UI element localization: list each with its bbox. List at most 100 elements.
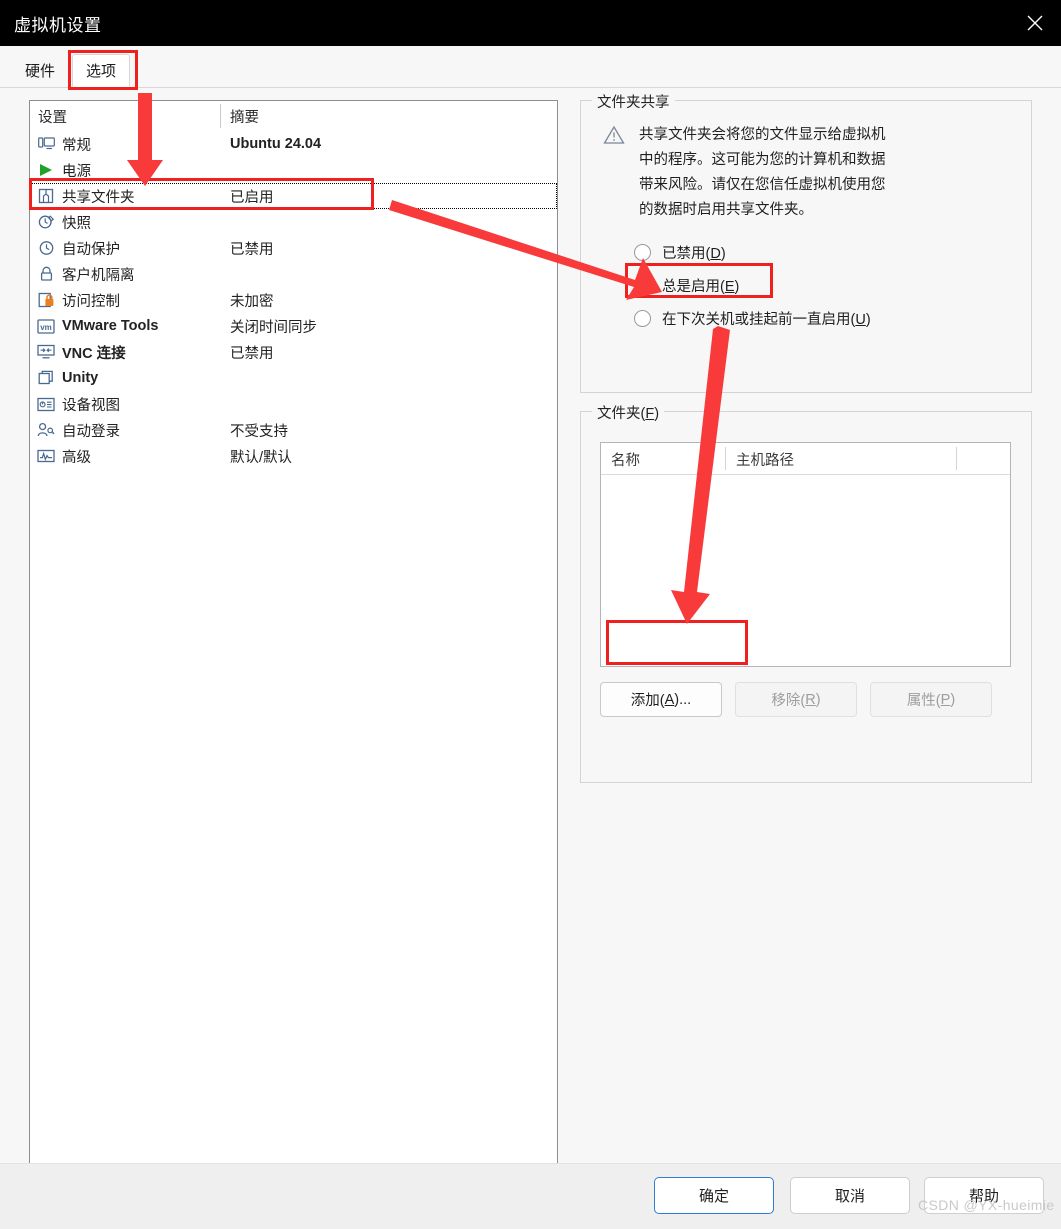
list-item-advanced[interactable]: 高级 默认/默认 (30, 443, 557, 469)
vnc-icon (36, 342, 56, 362)
list-item-label: 电源 (62, 163, 91, 180)
list-item-label: 设备视图 (62, 397, 120, 414)
mnemonic-letter: R (805, 691, 816, 708)
list-item-label: VNC 连接 (62, 345, 126, 362)
list-item-autoprotect[interactable]: 自动保护 已禁用 (30, 235, 557, 261)
warning-line-1: 共享文件夹会将您的文件显示给虚拟机 (639, 127, 886, 143)
monitor-icon (36, 134, 56, 154)
add-folder-button[interactable]: 添加(A)... (600, 682, 722, 717)
column-header-settings: 设置 (38, 110, 67, 126)
autoprotect-icon (36, 238, 56, 258)
radio-label: 在下次关机或挂起前一直启用(U) (662, 312, 871, 328)
sharing-warning: 共享文件夹会将您的文件显示给虚拟机 中的程序。这可能为您的计算机和数据 带来风险… (603, 123, 886, 223)
play-icon (36, 160, 56, 180)
mnemonic-letter: F (645, 406, 655, 422)
radio-always-enabled[interactable]: 总是启用(E) (634, 269, 871, 302)
list-item-label: 自动保护 (62, 241, 120, 258)
list-item-auto-login[interactable]: 自动登录 不受支持 (30, 417, 557, 443)
folders-group: 文件夹(F) 名称 主机路径 添加(A)... 移除(R) 属性(P) (580, 402, 1032, 783)
list-item-summary: 已启用 (230, 189, 274, 206)
list-item-summary: 未加密 (230, 293, 274, 310)
list-item-label: 快照 (62, 215, 91, 232)
auto-login-icon (36, 420, 56, 440)
folder-properties-button[interactable]: 属性(P) (870, 682, 992, 717)
list-item-device-view[interactable]: 设备视图 (30, 391, 557, 417)
list-item-summary: 已禁用 (230, 345, 274, 362)
radio-label: 总是启用(E) (662, 279, 740, 295)
column-header-name: 名称 (611, 453, 640, 469)
list-item-label: 自动登录 (62, 423, 120, 440)
radio-disabled[interactable]: 已禁用(D) (634, 236, 871, 269)
list-item-summary: Ubuntu 24.04 (230, 136, 322, 152)
sharing-warning-text: 共享文件夹会将您的文件显示给虚拟机 中的程序。这可能为您的计算机和数据 带来风险… (639, 123, 886, 223)
sharing-mode-radio-group: 已禁用(D) 总是启用(E) 在下次关机或挂起前一直启用(U) (634, 236, 871, 335)
list-item-summary: 不受支持 (230, 423, 288, 440)
tab-options[interactable]: 选项 (72, 54, 131, 87)
list-item-general[interactable]: 常规 Ubuntu 24.04 (30, 131, 557, 157)
column-divider (725, 447, 726, 470)
mnemonic-letter: A (664, 691, 675, 708)
folders-button-row: 添加(A)... 移除(R) 属性(P) (600, 682, 992, 717)
vm-settings-dialog: 虚拟机设置 硬件 选项 设置 摘要 常规 Ubuntu 24.04 电源 共享文… (0, 0, 1061, 1229)
column-header-host-path: 主机路径 (736, 453, 794, 469)
list-item-label: VMware Tools (62, 318, 159, 334)
folders-group-title: 文件夹(F) (592, 402, 665, 423)
dialog-body: 硬件 选项 设置 摘要 常规 Ubuntu 24.04 电源 共享文件夹 已启用… (0, 46, 1061, 1229)
list-item-label: 共享文件夹 (62, 189, 135, 206)
folder-sharing-group-title: 文件夹共享 (592, 91, 675, 112)
list-item-label: 高级 (62, 449, 91, 466)
list-item-vmware-tools[interactable]: vm VMware Tools 关闭时间同步 (30, 313, 557, 339)
list-item-label: 客户机隔离 (62, 267, 135, 284)
device-view-icon (36, 394, 56, 414)
vmware-tools-icon: vm (36, 316, 56, 336)
list-item-guest-isolation[interactable]: 客户机隔离 (30, 261, 557, 287)
warning-line-3: 带来风险。请仅在您信任虚拟机使用您 (639, 177, 886, 193)
list-item-summary: 已禁用 (230, 241, 274, 258)
list-item-access-control[interactable]: 访问控制 未加密 (30, 287, 557, 313)
folder-sharing-group: 文件夹共享 共享文件夹会将您的文件显示给虚拟机 中的程序。这可能为您的计算机和数… (580, 91, 1032, 393)
warning-line-4: 的数据时启用共享文件夹。 (639, 202, 813, 218)
folders-table[interactable]: 名称 主机路径 (600, 442, 1011, 667)
column-header-summary: 摘要 (230, 110, 259, 126)
radio-indicator (634, 244, 651, 261)
list-item-label: Unity (62, 370, 99, 386)
remove-folder-button[interactable]: 移除(R) (735, 682, 857, 717)
list-item-summary: 关闭时间同步 (230, 319, 317, 336)
cancel-button[interactable]: 取消 (790, 1177, 910, 1214)
mnemonic-letter: D (710, 246, 721, 262)
header-divider (220, 104, 221, 128)
ok-button[interactable]: 确定 (654, 1177, 774, 1214)
mnemonic-letter: U (855, 312, 866, 328)
list-item-label: 常规 (62, 137, 91, 154)
shared-folder-icon (36, 186, 56, 206)
tab-hardware[interactable]: 硬件 (12, 54, 68, 87)
tab-underline (0, 87, 1061, 88)
column-divider (956, 447, 957, 470)
list-item-power[interactable]: 电源 (30, 157, 557, 183)
window-title: 虚拟机设置 (14, 16, 102, 35)
list-item-vnc[interactable]: VNC 连接 已禁用 (30, 339, 557, 365)
radio-until-shutdown[interactable]: 在下次关机或挂起前一直启用(U) (634, 302, 871, 335)
settings-list[interactable]: 设置 摘要 常规 Ubuntu 24.04 电源 共享文件夹 已启用 快照 自动… (29, 100, 558, 1190)
list-item-summary: 默认/默认 (230, 449, 293, 466)
radio-label: 已禁用(D) (662, 246, 726, 262)
title-bar: 虚拟机设置 (0, 0, 1061, 46)
list-item-label: 访问控制 (62, 293, 120, 310)
snapshot-icon (36, 212, 56, 232)
list-item-shared-folders[interactable]: 共享文件夹 已启用 (30, 183, 557, 209)
close-icon[interactable] (1009, 0, 1061, 46)
dialog-footer: 确定 取消 帮助 (0, 1164, 1061, 1229)
unity-icon (36, 368, 56, 388)
csdn-watermark: CSDN @YX-hueimie (918, 1197, 1055, 1213)
warning-triangle-icon (603, 125, 627, 223)
advanced-icon (36, 446, 56, 466)
tab-strip: 硬件 选项 (0, 46, 1061, 88)
lock-icon (36, 264, 56, 284)
svg-text:vm: vm (40, 323, 52, 332)
mnemonic-letter: P (940, 691, 951, 708)
settings-list-header: 设置 摘要 (30, 101, 557, 131)
list-item-unity[interactable]: Unity (30, 365, 557, 391)
access-control-icon (36, 290, 56, 310)
list-item-snapshot[interactable]: 快照 (30, 209, 557, 235)
settings-list-rows: 常规 Ubuntu 24.04 电源 共享文件夹 已启用 快照 自动保护 已禁用… (30, 131, 557, 469)
